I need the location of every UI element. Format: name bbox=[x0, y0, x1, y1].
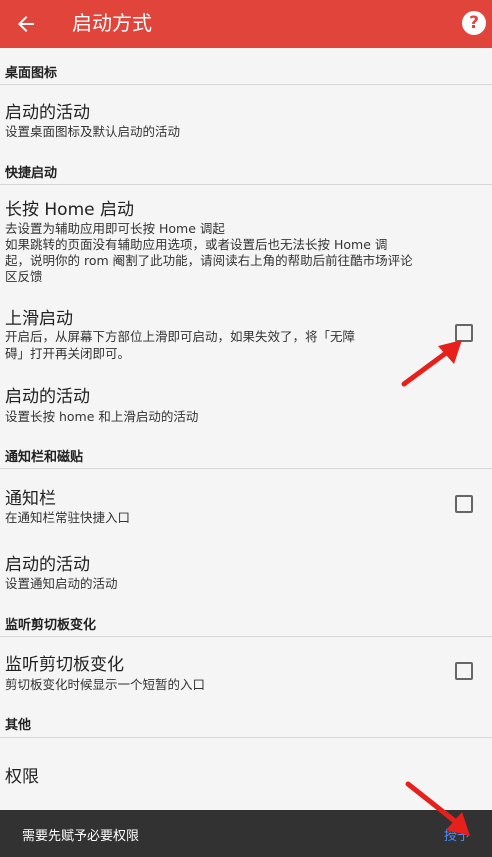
pref-summary: 设置长按 home 和上滑启动的活动 bbox=[5, 409, 199, 424]
divider bbox=[0, 468, 492, 469]
notification-bar-checkbox[interactable] bbox=[455, 495, 473, 513]
section-header-clipboard: 监听剪切板变化 bbox=[5, 618, 97, 633]
pref-summary: 在通知栏常驻快捷入口 bbox=[5, 510, 131, 525]
pref-title: 启动的活动 bbox=[5, 387, 90, 407]
pref-title: 监听剪切板变化 bbox=[5, 655, 124, 675]
pref-title: 权限 bbox=[5, 767, 39, 787]
pref-title: 长按 Home 启动 bbox=[5, 200, 135, 220]
pref-desktop-launch-activity[interactable]: 启动的活动 设置桌面图标及默认启动的活动 bbox=[0, 86, 492, 146]
pref-summary: 设置桌面图标及默认启动的活动 bbox=[5, 124, 181, 139]
section-header-shortcut: 快捷启动 bbox=[5, 166, 58, 181]
divider bbox=[0, 636, 492, 637]
pref-long-press-home[interactable]: 长按 Home 启动 去设置为辅助应用即可长按 Home 调起 如果跳转的页面没… bbox=[0, 186, 492, 292]
listen-clipboard-checkbox[interactable] bbox=[455, 662, 473, 680]
app-bar: 启动方式 ? bbox=[0, 0, 492, 48]
grant-permission-button[interactable]: 授予 bbox=[444, 825, 470, 844]
pref-summary: 剪切板变化时候显示一个短暂的入口 bbox=[5, 677, 206, 692]
section-header-desktop-icon: 桌面图标 bbox=[5, 66, 58, 81]
pref-permission[interactable]: 权限 bbox=[0, 740, 492, 806]
snackbar-message: 需要先赋予必要权限 bbox=[22, 829, 140, 844]
divider bbox=[0, 84, 492, 85]
pref-notification-bar[interactable]: 通知栏 在通知栏常驻快捷入口 bbox=[0, 470, 492, 536]
pref-title: 上滑启动 bbox=[5, 309, 73, 329]
section-header-notification: 通知栏和磁贴 bbox=[5, 450, 84, 465]
divider bbox=[0, 184, 492, 185]
pref-swipe-up[interactable]: 上滑启动 开启后，从屏幕下方部位上滑即可启动，如果失效了，将「无障 碍」打开再关… bbox=[0, 294, 492, 370]
pref-summary-line-2: 碍」打开再关闭即可。 bbox=[5, 346, 131, 361]
arrow-left-icon[interactable] bbox=[14, 12, 38, 36]
pref-summary-line-3: 起，说明你的 rom 阉割了此功能，请阅读右上角的帮助后前往酷市场评论 bbox=[5, 253, 413, 268]
pref-title: 启动的活动 bbox=[5, 555, 90, 575]
pref-summary-line-4: 区反馈 bbox=[5, 269, 43, 284]
help-circle-icon[interactable]: ? bbox=[462, 11, 486, 35]
pref-title: 启动的活动 bbox=[5, 103, 90, 123]
pref-summary: 设置通知启动的活动 bbox=[5, 576, 118, 591]
pref-listen-clipboard[interactable]: 监听剪切板变化 剪切板变化时候显示一个短暂的入口 bbox=[0, 638, 492, 704]
section-header-other: 其他 bbox=[5, 718, 32, 733]
pref-notification-launch-activity[interactable]: 启动的活动 设置通知启动的活动 bbox=[0, 538, 492, 600]
pref-summary-line-1: 开启后，从屏幕下方部位上滑即可启动，如果失效了，将「无障 bbox=[5, 329, 356, 344]
pref-summary-line-2: 如果跳转的页面没有辅助应用选项，或者设置后也无法长按 Home 调 bbox=[5, 237, 388, 252]
pref-title: 通知栏 bbox=[5, 489, 56, 509]
pref-shortcut-launch-activity[interactable]: 启动的活动 设置长按 home 和上滑启动的活动 bbox=[0, 370, 492, 432]
swipe-up-checkbox[interactable] bbox=[455, 324, 473, 342]
divider bbox=[0, 737, 492, 738]
pref-summary-line-1: 去设置为辅助应用即可长按 Home 调起 bbox=[5, 221, 225, 236]
page-title: 启动方式 bbox=[72, 11, 152, 35]
snackbar: 需要先赋予必要权限 授予 bbox=[0, 810, 492, 857]
